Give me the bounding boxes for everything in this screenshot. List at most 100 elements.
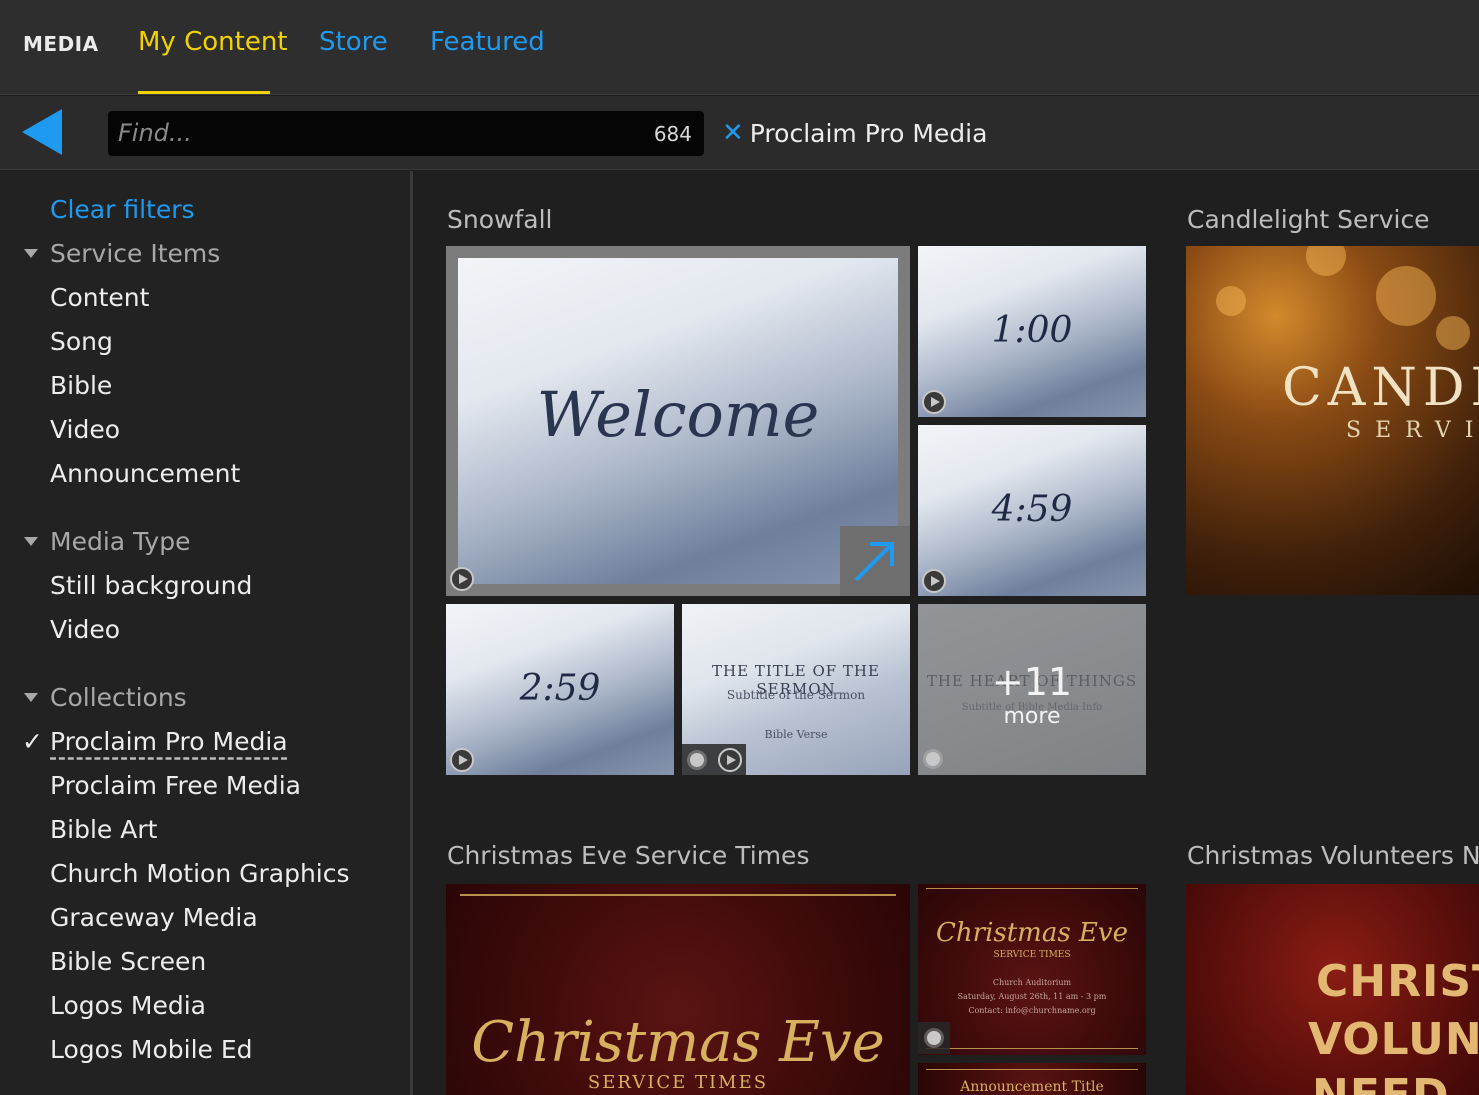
group-title-christmas-eve[interactable]: Christmas Eve Service Times — [447, 841, 809, 870]
media-thumb-christmas-eve-main[interactable]: Christmas Eve SERVICE TIMES — [446, 884, 910, 1095]
thumb-subtitle: Subtitle of the Sermon — [726, 688, 866, 702]
active-tab-indicator — [138, 91, 270, 94]
checkmark-icon: ✓ — [22, 727, 43, 756]
sun-icon — [927, 1031, 941, 1045]
back-button[interactable] — [22, 109, 64, 155]
gold-rule — [926, 888, 1138, 889]
triangle-down-icon — [24, 537, 38, 546]
filter-item-video[interactable]: Video — [50, 415, 120, 444]
sun-icon — [926, 752, 940, 766]
thumb-line: NEED — [1312, 1070, 1449, 1095]
active-filter-chip: ✕ Proclaim Pro Media — [722, 116, 987, 150]
gold-rule — [926, 1048, 1138, 1049]
collection-bible-screen[interactable]: Bible Screen — [50, 947, 206, 976]
active-filter-label: Proclaim Pro Media — [749, 118, 988, 148]
media-thumb-more[interactable]: THE HEART OF THINGS Subtitle of Bible Me… — [918, 604, 1146, 775]
section-heading: Collections — [50, 683, 187, 712]
media-grid: Snowfall Welcome 1:00 4:59 2:59 THE TITL… — [413, 171, 1479, 1095]
filter-item-announcement[interactable]: Announcement — [50, 459, 240, 488]
thumb-line: Saturday, August 26th, 11 am - 3 pm — [957, 992, 1107, 1001]
filter-sidebar: Clear filters Service Items Content Song… — [0, 171, 410, 1095]
thumb-title: Christmas Eve — [936, 918, 1128, 948]
tab-my-content[interactable]: My Content — [138, 27, 288, 57]
collection-bible-art[interactable]: Bible Art — [50, 815, 157, 844]
thumb-badges — [918, 1022, 950, 1054]
media-thumb-announcement[interactable]: Announcement Title — [918, 1063, 1146, 1095]
collection-proclaim-pro-media[interactable]: Proclaim Pro Media — [50, 727, 288, 756]
search-box: 684 — [108, 111, 704, 156]
media-thumb-sermon-title[interactable]: THE TITLE OF THE SERMON Subtitle of the … — [682, 604, 910, 775]
thumb-title: Announcement Title — [960, 1079, 1104, 1095]
media-thumb-countdown-5[interactable]: 4:59 — [918, 425, 1146, 596]
bokeh-light — [1376, 266, 1436, 326]
app-title: MEDIA — [23, 32, 99, 56]
more-count: +11 — [991, 660, 1073, 704]
back-arrow-icon — [22, 109, 62, 155]
filter-item-media-video[interactable]: Video — [50, 615, 120, 644]
triangle-down-icon — [24, 249, 38, 258]
thumb-line: Church Auditorium — [992, 978, 1072, 987]
section-heading: Service Items — [50, 239, 221, 268]
thumb-title: 2:59 — [519, 668, 601, 709]
tab-featured[interactable]: Featured — [430, 27, 545, 57]
thumb-title: 4:59 — [991, 489, 1073, 530]
thumb-subtitle: VOLUNTEE — [1308, 1014, 1479, 1065]
play-icon — [718, 748, 742, 772]
clear-filters-link[interactable]: Clear filters — [50, 195, 195, 224]
search-bar: 684 ✕ Proclaim Pro Media — [0, 96, 1479, 170]
section-media-type[interactable]: Media Type — [24, 527, 190, 556]
collection-proclaim-free-media[interactable]: Proclaim Free Media — [50, 771, 301, 800]
collection-graceway-media[interactable]: Graceway Media — [50, 903, 258, 932]
thumb-subtitle: SERVICE TIMES — [587, 1072, 769, 1093]
top-nav: MEDIA My Content Store Featured — [0, 0, 1479, 95]
media-thumb-candlelight[interactable]: CANDLELI SERVIC — [1186, 246, 1479, 595]
filter-item-song[interactable]: Song — [50, 327, 113, 356]
media-thumb-christmas-volunteers[interactable]: CHRISTMA VOLUNTEE NEED — [1186, 884, 1479, 1095]
media-thumb-christmas-eve-details[interactable]: Christmas Eve SERVICE TIMES Church Audit… — [918, 884, 1146, 1055]
thumb-title: Welcome — [536, 378, 820, 451]
group-title-christmas-volunteers[interactable]: Christmas Volunteers Ne — [1187, 841, 1479, 870]
expand-arrow-icon — [854, 542, 894, 582]
search-input[interactable] — [118, 117, 638, 149]
section-service-items[interactable]: Service Items — [24, 239, 220, 268]
thumb-title: 1:00 — [991, 310, 1073, 351]
thumb-title: Christmas Eve — [471, 1010, 885, 1075]
play-icon — [922, 390, 946, 414]
play-icon — [450, 567, 474, 591]
thumb-title: CHRISTMA — [1316, 956, 1479, 1007]
sun-icon — [690, 753, 704, 767]
bokeh-light — [1216, 286, 1246, 316]
collection-logos-media[interactable]: Logos Media — [50, 991, 206, 1020]
media-thumb-welcome[interactable]: Welcome — [446, 246, 910, 596]
thumb-badges — [682, 744, 746, 775]
play-icon — [922, 569, 946, 593]
triangle-down-icon — [24, 693, 38, 702]
expand-button[interactable] — [840, 526, 910, 596]
collection-church-motion-graphics[interactable]: Church Motion Graphics — [50, 859, 350, 888]
result-count: 684 — [653, 122, 692, 146]
filter-item-content[interactable]: Content — [50, 283, 149, 312]
thumb-subtitle: SERVICE TIMES — [993, 950, 1071, 960]
section-collections[interactable]: Collections — [24, 683, 187, 712]
filter-item-bible[interactable]: Bible — [50, 371, 112, 400]
thumb-image: Welcome — [458, 258, 898, 584]
group-title-snowfall[interactable]: Snowfall — [447, 205, 552, 234]
thumb-line: Contact: info@churchname.org — [968, 1006, 1096, 1015]
media-thumb-countdown-3[interactable]: 2:59 — [446, 604, 674, 775]
gold-rule — [460, 894, 896, 896]
filter-item-still-background[interactable]: Still background — [50, 571, 252, 600]
thumb-title: CANDLELI — [1282, 358, 1479, 418]
thumb-subtitle: SERVIC — [1346, 418, 1479, 443]
play-icon — [450, 748, 474, 772]
close-icon[interactable]: ✕ — [722, 118, 744, 148]
collection-logos-mobile-ed[interactable]: Logos Mobile Ed — [50, 1035, 253, 1064]
bokeh-light — [1306, 246, 1346, 276]
more-label: more — [1003, 704, 1061, 729]
media-thumb-countdown-1[interactable]: 1:00 — [918, 246, 1146, 417]
group-title-candlelight[interactable]: Candlelight Service — [1187, 205, 1430, 234]
bokeh-light — [1436, 316, 1470, 350]
gold-rule — [926, 1069, 1138, 1070]
thumb-footer: Bible Verse — [764, 728, 828, 741]
tab-store[interactable]: Store — [319, 27, 388, 57]
section-heading: Media Type — [50, 527, 191, 556]
